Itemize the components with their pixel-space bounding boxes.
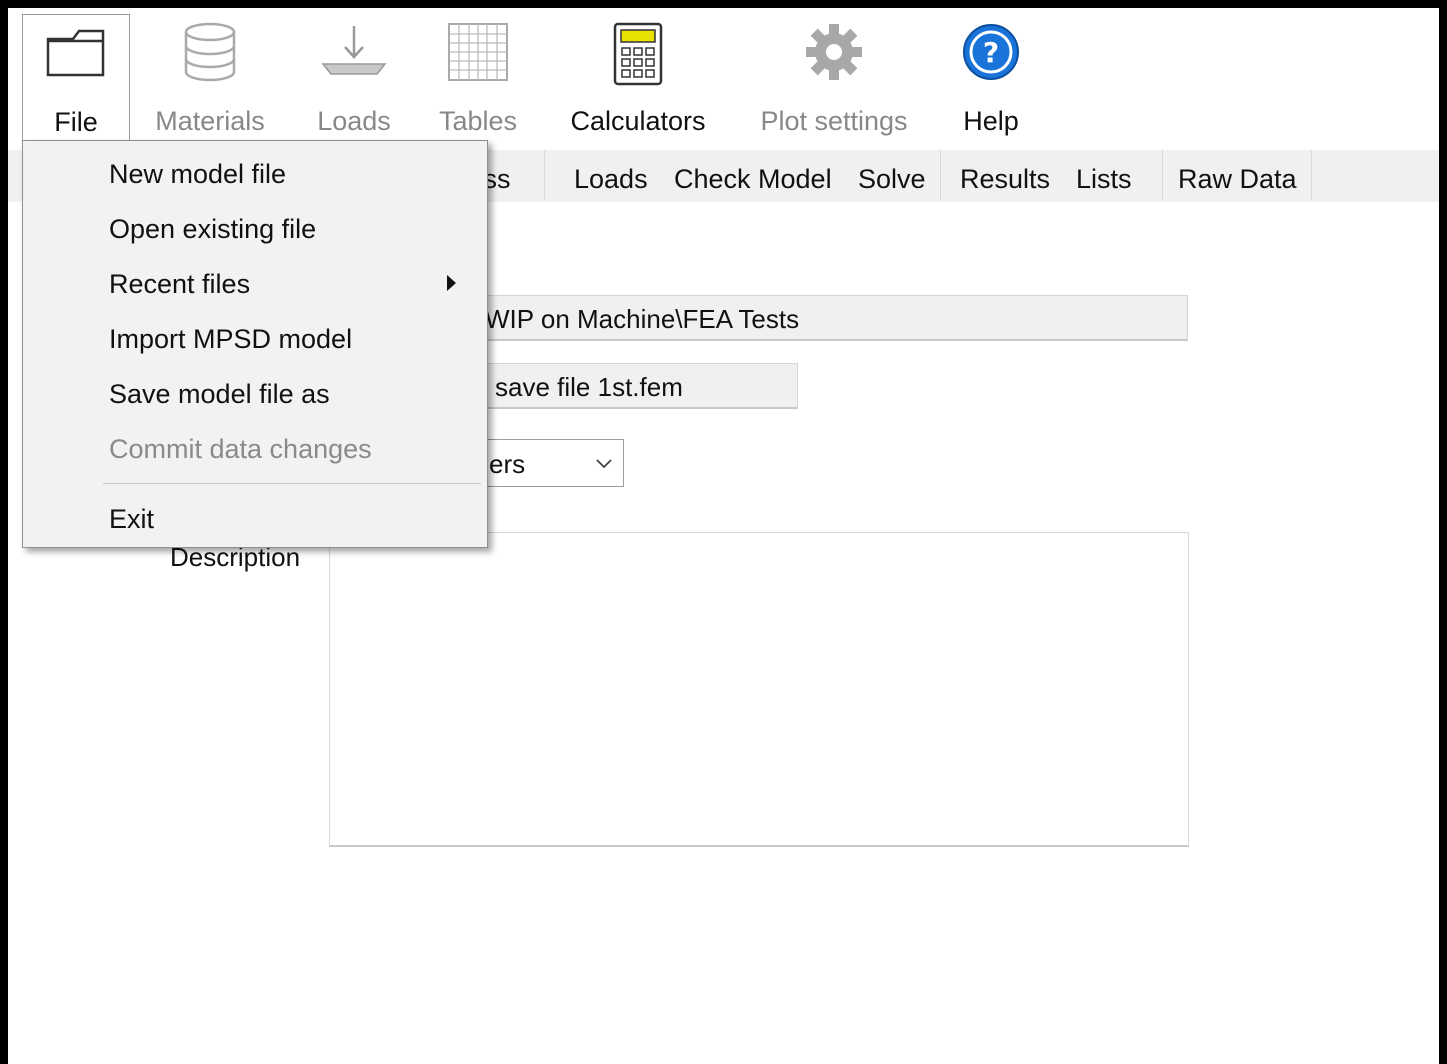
help-question-icon: ? [963,24,1019,80]
calculator-icon [613,22,663,86]
menu-item-new-model[interactable]: New model file [109,159,286,190]
load-arrow-icon [321,26,387,75]
materials-button[interactable]: Materials [146,14,274,142]
tables-label: Tables [438,106,518,136]
folder-path-value: WIP on Machine\FEA Tests [485,304,800,334]
units-select-value: ers [489,449,526,479]
menu-icon-strip [23,141,81,547]
loads-label: Loads [317,106,391,136]
folder-icon [46,29,105,77]
loads-button[interactable]: Loads [306,14,402,142]
table-grid-icon [448,23,508,81]
tab-loads[interactable]: Loads [560,150,663,200]
tables-button[interactable]: Tables [430,14,526,142]
gear-icon [806,24,862,80]
tab-solve[interactable]: Solve [844,150,941,200]
chevron-down-icon [596,459,612,469]
database-icon [184,22,236,82]
tab-lists[interactable]: Lists [1062,150,1163,200]
calculators-label: Calculators [570,106,706,136]
tab-results[interactable]: Results [946,150,1066,200]
submenu-arrow-icon [447,275,456,291]
menu-item-recent-files[interactable]: Recent files [109,269,250,300]
menu-separator [103,483,481,484]
file-label: File [54,107,98,137]
file-menu: New model file Open existing file Recent… [22,140,488,548]
menu-item-import-mpsd[interactable]: Import MPSD model [109,324,352,355]
tab-check-model[interactable]: Check Model [660,150,847,200]
menu-item-open-existing[interactable]: Open existing file [109,214,316,245]
file-button[interactable]: File [22,14,130,143]
help-button[interactable]: ? Help [954,14,1028,142]
menu-item-save-as[interactable]: Save model file as [109,379,330,410]
ribbon-toolbar: File Materials Loads Tables Calculators … [8,8,1439,148]
app-window: File Materials Loads Tables Calculators … [8,8,1439,1064]
svg-text:?: ? [983,36,999,69]
help-label: Help [963,106,1019,136]
menu-item-exit[interactable]: Exit [109,504,154,535]
plot-settings-label: Plot settings [760,106,908,136]
menu-item-commit-changes: Commit data changes [109,434,372,464]
plot-settings-button[interactable]: Plot settings [748,14,920,142]
tab-raw-data[interactable]: Raw Data [1164,150,1312,200]
materials-label: Materials [155,106,265,136]
calculators-button[interactable]: Calculators [560,14,716,142]
file-name-value: save file 1st.fem [495,372,683,402]
description-textarea[interactable] [329,532,1189,847]
